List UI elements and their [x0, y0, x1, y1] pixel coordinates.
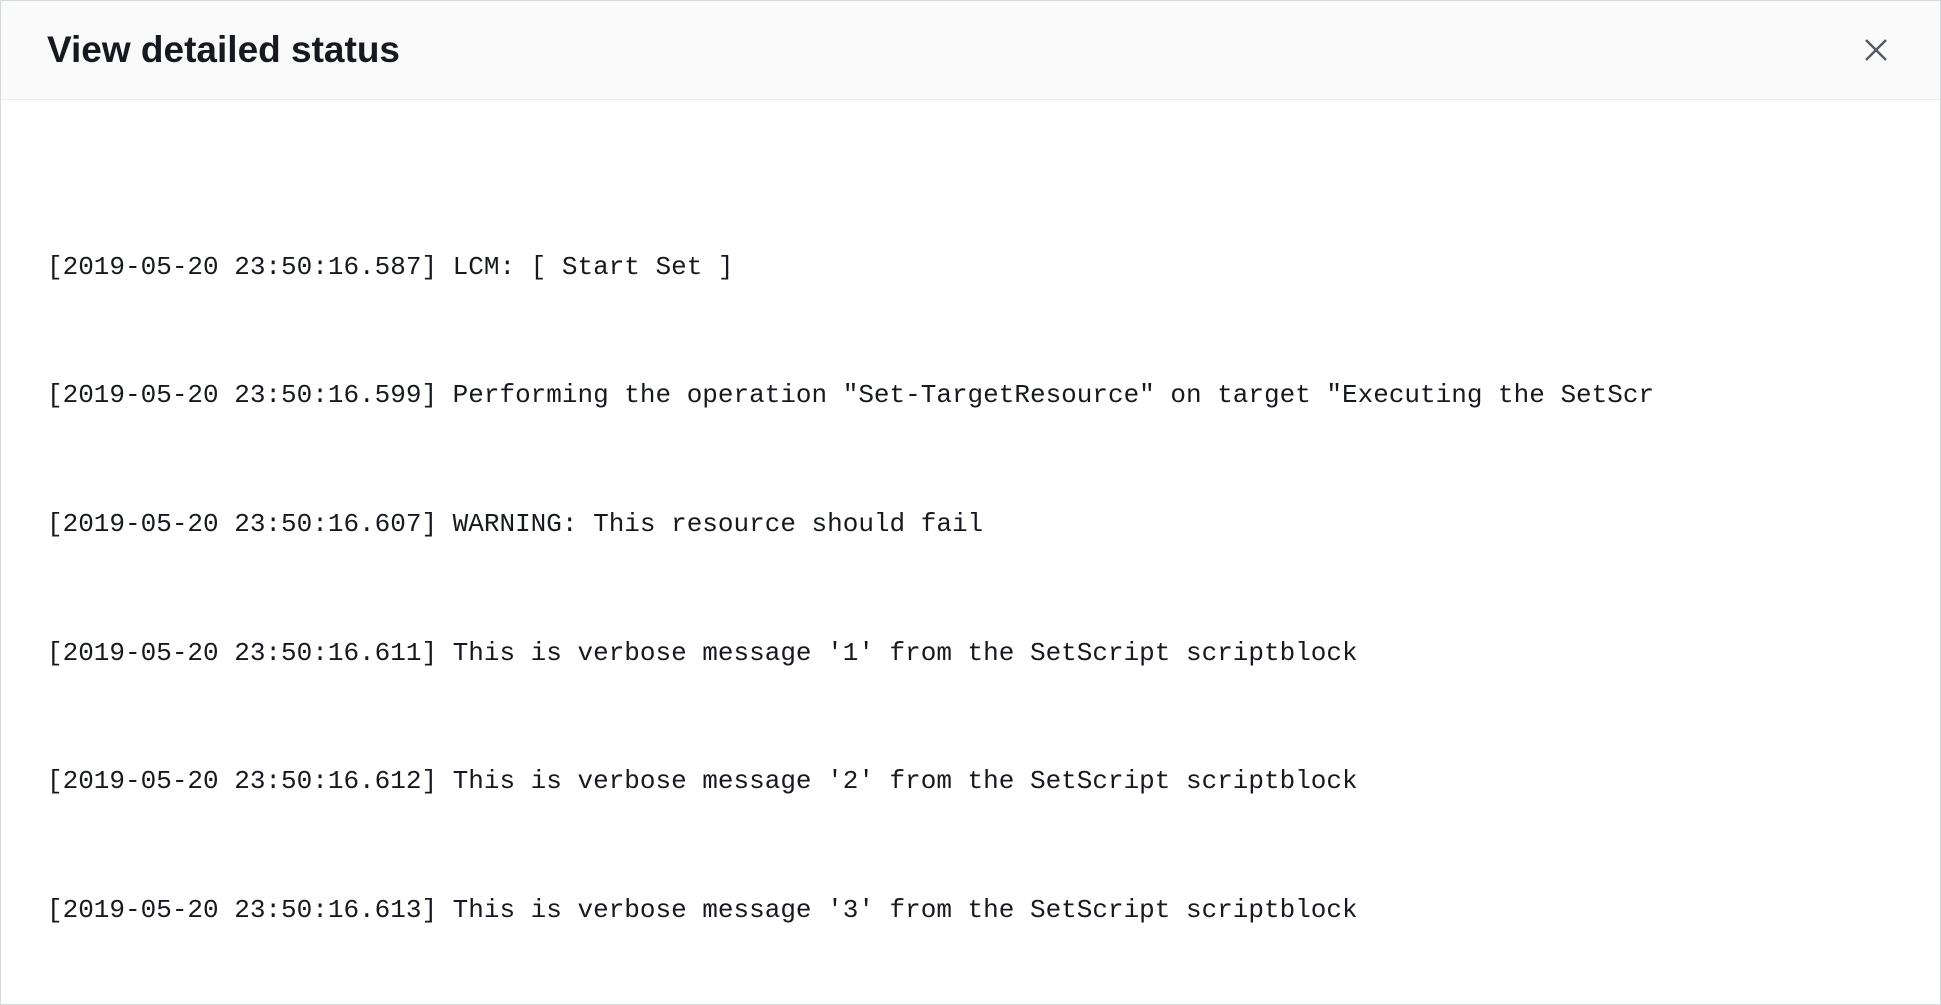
dialog-header: View detailed status — [1, 1, 1940, 100]
log-output: [2019-05-20 23:50:16.587] LCM: [ Start S… — [47, 160, 1894, 1004]
log-line: [2019-05-20 23:50:16.613] This is verbos… — [47, 889, 1894, 932]
log-line: [2019-05-20 23:50:16.607] WARNING: This … — [47, 503, 1894, 546]
dialog-body: [2019-05-20 23:50:16.587] LCM: [ Start S… — [1, 100, 1940, 1004]
log-line: [2019-05-20 23:50:16.599] Performing the… — [47, 374, 1894, 417]
detailed-status-dialog: View detailed status [2019-05-20 23:50:1… — [0, 0, 1941, 1005]
log-line: [2019-05-20 23:50:16.611] This is verbos… — [47, 632, 1894, 675]
dialog-title: View detailed status — [47, 29, 400, 71]
log-line: [2019-05-20 23:50:16.612] This is verbos… — [47, 760, 1894, 803]
log-line: [2019-05-20 23:50:16.587] LCM: [ Start S… — [47, 246, 1894, 289]
close-button[interactable] — [1858, 32, 1894, 68]
close-icon — [1861, 35, 1891, 65]
